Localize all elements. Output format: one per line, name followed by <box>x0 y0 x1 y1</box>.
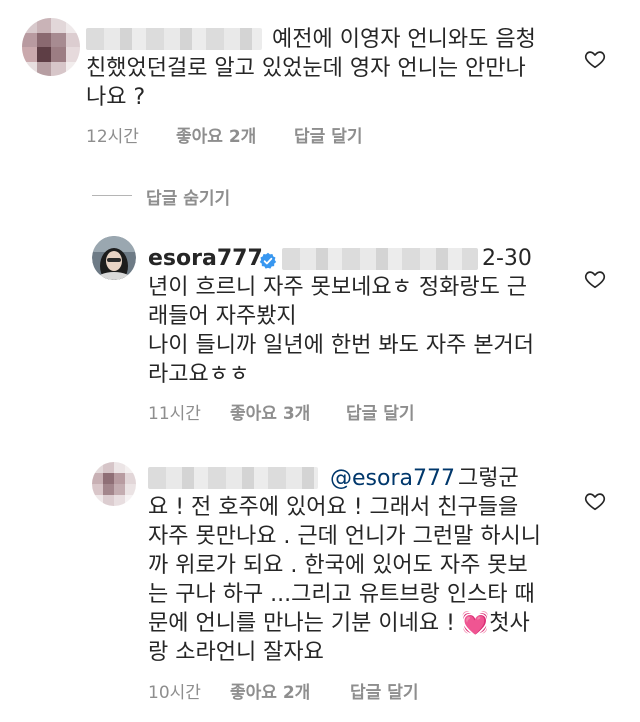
hide-replies-text: 답글 숨기기 <box>146 189 231 209</box>
comment-text-line: 랑 소라언니 잘자요 <box>148 640 324 665</box>
reply-label: 답글 달기 <box>294 127 363 147</box>
reply-label: 답글 달기 <box>350 683 419 703</box>
like-count-label: 좋아요 2개 <box>176 127 257 147</box>
avatar[interactable] <box>22 18 80 76</box>
comment-text-line: 는 구나 하구 ...그리고 유트브랑 인스타 때 <box>148 582 535 607</box>
profile-photo <box>92 236 136 280</box>
username-redacted[interactable] <box>148 467 318 489</box>
comment-text-line: 까 위로가 되요 . 한국에 있어도 자주 못보 <box>148 553 528 578</box>
like-count-label: 좋아요 3개 <box>230 404 311 424</box>
comment-text-line: 예전에 이영자 언니와도 음청 <box>272 27 536 52</box>
comment-text-line: 년이 흐르니 자주 못보네요ㅎ 정화랑도 근 <box>148 275 528 300</box>
comment-text-line: 문에 언니를 만나는 기분 이네요 ! 💓첫사 <box>148 611 530 636</box>
comment-text-line: 요 ! 전 호주에 있어요 ! 그래서 친구들을 <box>148 495 519 520</box>
comment-text-line: 2-30 <box>482 246 532 271</box>
comment-time: 10시간 <box>148 683 201 703</box>
verified-badge-icon <box>259 252 277 269</box>
heart-icon[interactable] <box>584 268 606 290</box>
mention-link[interactable]: @esora777 <box>330 464 455 493</box>
like-count[interactable]: 좋아요 2개 <box>230 678 310 703</box>
heart-icon[interactable] <box>584 490 606 512</box>
avatar[interactable] <box>92 462 136 506</box>
comment-text-line: 그렇군 <box>458 466 519 491</box>
comment-text-line: 자주 못만나요 . 근데 언니가 그런말 하시니 <box>148 524 542 549</box>
like-count[interactable]: 좋아요 3개 <box>230 399 310 424</box>
comment-time: 11시간 <box>148 404 201 424</box>
comment-text-line: 친했었던걸로 알고 있었눈데 영자 언니는 안만나 <box>86 56 526 81</box>
comment-text-line: 나이 들니까 일년에 한번 봐도 자주 본거더 <box>148 333 535 358</box>
reply-button[interactable]: 답글 달기 <box>294 122 362 147</box>
tagged-user-redacted[interactable] <box>282 248 478 270</box>
comment-text-line: 라고요ㅎㅎ <box>148 362 250 387</box>
comment-time: 12시간 <box>86 127 139 147</box>
avatar[interactable] <box>92 236 136 280</box>
reply-button[interactable]: 답글 달기 <box>350 678 418 703</box>
like-count[interactable]: 좋아요 2개 <box>176 122 256 147</box>
reply-label: 답글 달기 <box>346 404 415 424</box>
like-count-label: 좋아요 2개 <box>230 683 311 703</box>
username-redacted[interactable] <box>86 28 262 50</box>
comment-text-line: 래들어 자주봤지 <box>148 304 297 329</box>
username[interactable]: esora777 <box>148 246 263 271</box>
reply-button[interactable]: 답글 달기 <box>346 399 414 424</box>
heart-icon[interactable] <box>584 48 606 70</box>
comment-text-line: 나요 ? <box>86 85 146 110</box>
hide-replies-label: 답글 숨기기 <box>146 184 230 209</box>
divider-line <box>92 195 132 196</box>
